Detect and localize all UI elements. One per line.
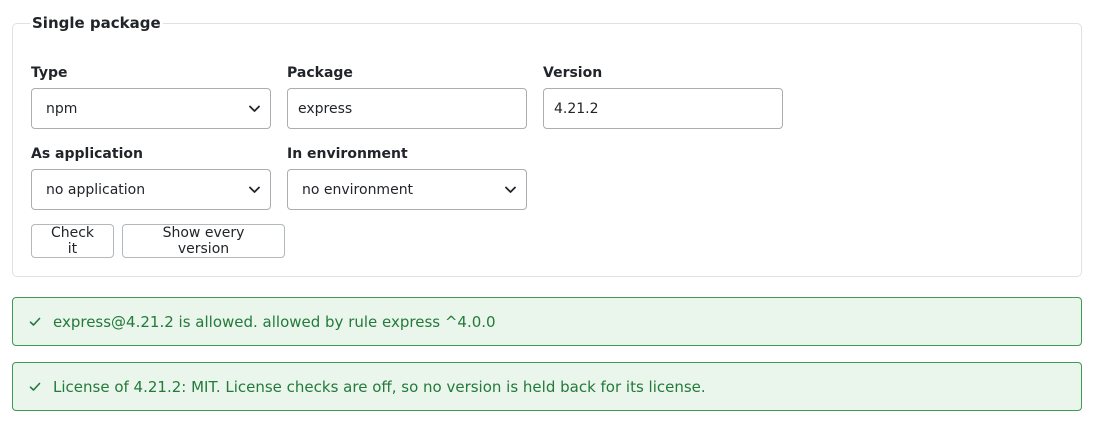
alert-text: express@4.21.2 is allowed. allowed by ru… <box>53 312 496 331</box>
chevron-down-icon <box>505 186 516 194</box>
application-select-value: no application <box>46 181 146 198</box>
fieldset-legend: Single package <box>30 13 163 33</box>
environment-select[interactable]: no environment <box>287 169 527 210</box>
chevron-down-icon <box>249 186 260 194</box>
license-alert: License of 4.21.2: MIT. License checks a… <box>12 362 1082 411</box>
version-input[interactable] <box>543 88 783 129</box>
version-label: Version <box>543 65 603 81</box>
type-label: Type <box>31 65 68 81</box>
check-it-button[interactable]: Check it <box>31 224 114 258</box>
check-icon <box>29 382 53 392</box>
allowed-alert: express@4.21.2 is allowed. allowed by ru… <box>12 297 1082 346</box>
show-every-version-button[interactable]: Show every version <box>122 224 285 258</box>
type-select[interactable]: npm <box>31 88 271 129</box>
environment-select-value: no environment <box>302 181 414 198</box>
chevron-down-icon <box>249 105 260 113</box>
alert-text: License of 4.21.2: MIT. License checks a… <box>53 377 706 396</box>
application-select[interactable]: no application <box>31 169 271 210</box>
application-label: As application <box>31 146 143 162</box>
type-select-value: npm <box>46 100 78 117</box>
package-label: Package <box>287 65 353 81</box>
package-input[interactable] <box>287 88 527 129</box>
check-icon <box>29 317 53 327</box>
environment-label: In environment <box>287 146 408 162</box>
